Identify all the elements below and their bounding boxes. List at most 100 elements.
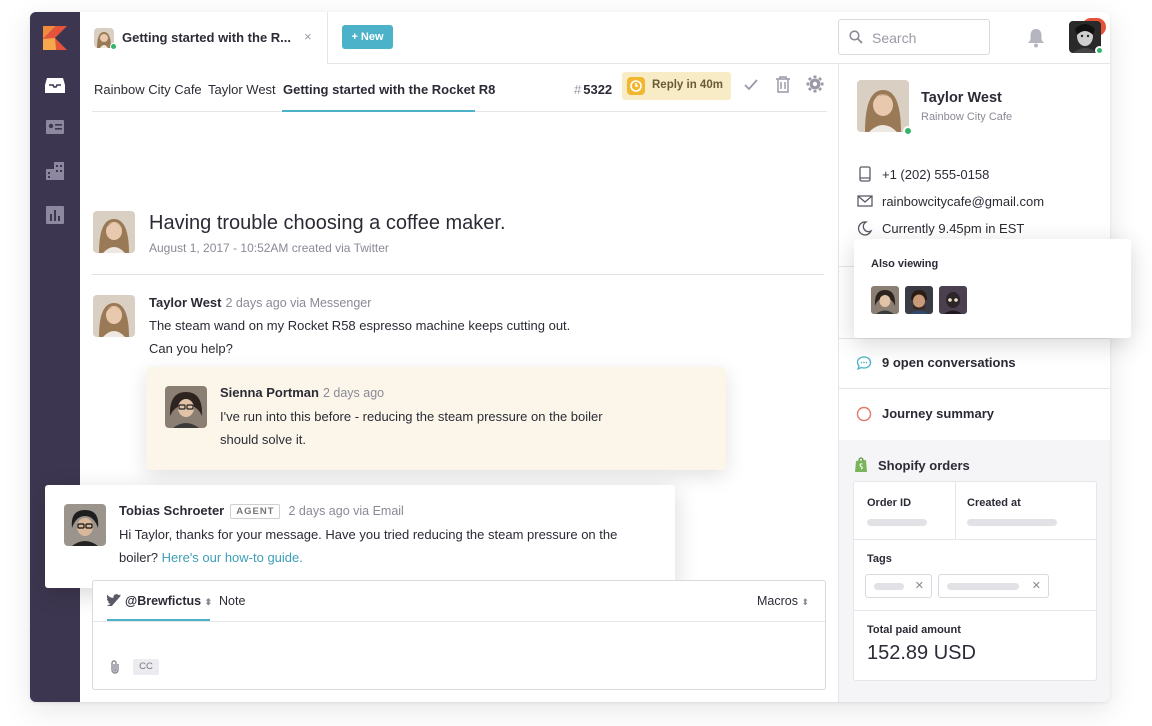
total-paid-value: 152.89 USD	[867, 642, 976, 664]
chevron-updown-icon: ⬍	[204, 597, 213, 607]
message-avatar	[93, 295, 135, 337]
reply-composer: @Brewfictus ⬍ Note Macros ⬍ CC	[92, 580, 826, 690]
message-line: Can you help?	[149, 341, 233, 356]
agent-avatar	[64, 504, 106, 546]
viewer-avatar[interactable]	[905, 286, 933, 314]
kayako-logo-icon[interactable]	[43, 26, 67, 50]
agent-tag-badge: AGENT	[230, 504, 281, 519]
agent-author: Tobias Schroeter AGENT 2 days ago via Emai…	[119, 503, 404, 519]
twitter-icon	[106, 594, 121, 607]
total-paid-label: Total paid amount	[867, 624, 961, 636]
conversation-subject: Having trouble choosing a coffee maker.	[149, 212, 506, 234]
inbox-icon[interactable]	[44, 74, 66, 96]
also-viewing-popover: Also viewing	[854, 239, 1131, 338]
composer-channel-select[interactable]: @Brewfictus ⬍	[106, 594, 213, 608]
viewer-avatar[interactable]	[871, 286, 899, 314]
composer-tab-underline	[107, 619, 210, 621]
created-at-label: Created at	[967, 497, 1021, 509]
top-bar: Getting started with the R... × + New Se…	[80, 12, 1110, 64]
agent-author-name[interactable]: Tobias Schroeter	[119, 503, 224, 518]
tag-chip-placeholder	[874, 583, 904, 590]
journey-summary-link[interactable]: Journey summary	[856, 406, 994, 422]
customer-local-time-value: Currently 9.45pm in EST	[882, 221, 1025, 236]
customer-avatar	[857, 80, 909, 132]
internal-note-card: Sienna Portman 2 days ago I've run into t…	[146, 367, 726, 470]
orders-row-divider	[854, 539, 1096, 540]
message-author-name[interactable]: Taylor West	[149, 295, 221, 310]
customer-phone-value: +1 (202) 555-0158	[882, 167, 990, 182]
section-divider	[839, 338, 1110, 339]
customer-email-value[interactable]: rainbowcitycafe@gmail.com	[882, 194, 1044, 209]
online-indicator	[110, 43, 117, 50]
orders-row-divider	[854, 610, 1096, 611]
message-author: Taylor West 2 days ago via Messenger	[149, 295, 371, 310]
order-id-placeholder	[867, 519, 927, 526]
mail-icon	[857, 195, 873, 207]
cc-button[interactable]: CC	[133, 659, 159, 675]
tag-chip[interactable]: ✕	[938, 574, 1049, 598]
note-line: I've run into this before - reducing the…	[220, 409, 603, 424]
note-author-name[interactable]: Sienna Portman	[220, 385, 319, 400]
open-conversations-label: 9 open conversations	[882, 355, 1016, 370]
organizations-icon[interactable]	[44, 160, 66, 182]
breadcrumb-user[interactable]: Taylor West	[208, 82, 276, 97]
tag-chip-placeholder	[947, 583, 1019, 590]
search-input[interactable]: Search	[838, 19, 990, 55]
reply-sla-badge[interactable]: Reply in 40m	[622, 72, 731, 100]
note-author-avatar	[165, 386, 207, 428]
customer-company[interactable]: Rainbow City Cafe	[921, 111, 1012, 123]
attachment-icon[interactable]	[109, 659, 121, 675]
bell-icon[interactable]	[1027, 28, 1045, 48]
left-rail	[30, 12, 80, 702]
orders-card: Order ID Created at Tags ✕ ✕ Total paid …	[853, 481, 1097, 681]
journey-circle-icon	[856, 406, 872, 422]
phone-icon	[859, 166, 871, 182]
conversation-tab[interactable]: Getting started with the R... ×	[80, 12, 328, 64]
app-window: Getting started with the R... × + New Se…	[30, 12, 1110, 702]
search-icon	[849, 30, 863, 44]
trash-icon[interactable]	[775, 76, 791, 93]
user-online-indicator	[1095, 46, 1104, 55]
customer-panel: Taylor West Rainbow City Cafe +1 (202) 5…	[838, 64, 1110, 702]
message-line: The steam wand on my Rocket R58 espresso…	[149, 318, 571, 333]
breadcrumb-organization[interactable]: Rainbow City Cafe	[94, 82, 202, 97]
customer-phone: +1 (202) 555-0158	[857, 166, 989, 182]
tab-close-icon[interactable]: ×	[304, 29, 312, 44]
gear-icon[interactable]	[806, 75, 824, 93]
customer-online-indicator	[903, 126, 913, 136]
agent-line: Hi Taylor, thanks for your message. Have…	[119, 527, 618, 542]
tag-remove-icon[interactable]: ✕	[915, 579, 924, 592]
how-to-guide-link[interactable]: Here's our how-to guide.	[162, 550, 303, 565]
composer-note-tab[interactable]: Note	[219, 594, 245, 608]
requester-avatar	[93, 211, 135, 253]
open-conversations-link[interactable]: 9 open conversations	[856, 355, 1016, 371]
note-meta: 2 days ago	[322, 386, 385, 400]
insights-icon[interactable]	[44, 204, 66, 226]
section-divider	[839, 388, 1110, 389]
note-body: I've run into this before - reducing the…	[220, 405, 603, 451]
tag-chip[interactable]: ✕	[865, 574, 932, 598]
reply-sla-label: Reply in 40m	[652, 79, 723, 91]
message-meta: 2 days ago via Messenger	[225, 296, 372, 310]
ticket-number-value: 5322	[583, 82, 613, 97]
also-viewing-title: Also viewing	[871, 258, 939, 270]
viewer-avatar[interactable]	[939, 286, 967, 314]
tab-title: Getting started with the R...	[122, 30, 292, 45]
breadcrumb-conversation[interactable]: Getting started with the Rocket R8	[283, 82, 495, 97]
shopify-icon	[855, 457, 867, 472]
agent-meta: 2 days ago via Email	[288, 504, 404, 518]
ticket-hash: #	[574, 82, 582, 97]
chat-bubble-icon	[856, 356, 872, 371]
clock-icon	[627, 77, 645, 95]
new-button[interactable]: + New	[342, 25, 393, 49]
customer-name[interactable]: Taylor West	[921, 90, 1002, 106]
agent-reply-card: Tobias Schroeter AGENT 2 days ago via Emai…	[45, 485, 675, 588]
tag-remove-icon[interactable]: ✕	[1032, 579, 1041, 592]
contacts-icon[interactable]	[44, 116, 66, 138]
macros-select[interactable]: Macros ⬍	[757, 594, 809, 608]
check-icon[interactable]	[744, 79, 758, 91]
note-line: should solve it.	[220, 432, 306, 447]
breadcrumb-active-underline	[282, 110, 475, 112]
conversation-created: August 1, 2017 - 10:52AM created via Twi…	[149, 241, 389, 255]
customer-email: rainbowcitycafe@gmail.com	[857, 193, 1044, 209]
